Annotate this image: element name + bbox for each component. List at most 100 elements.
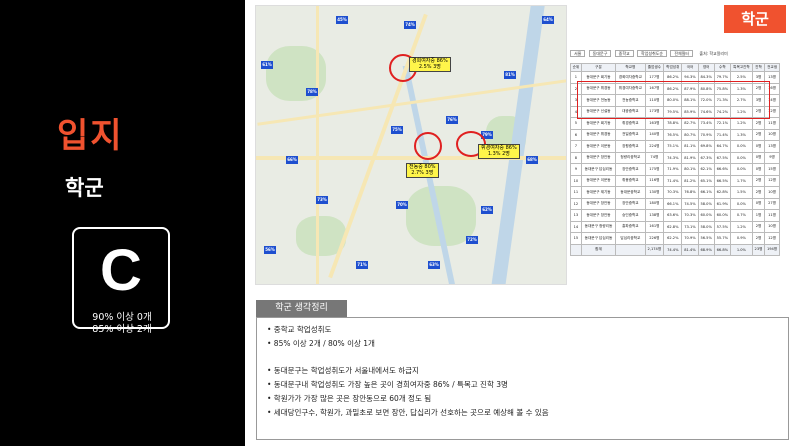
table-header-cell: 영어 [697, 63, 715, 72]
table-cell: 62.8% [663, 220, 683, 233]
school-pin-icon[interactable]: 75% [391, 126, 403, 134]
school-pin-icon[interactable]: 63% [428, 261, 440, 269]
school-pin-icon[interactable]: 78% [306, 88, 318, 96]
table-cell: 동대문구 제기동 [580, 186, 617, 199]
school-pin-icon[interactable]: 62% [481, 206, 493, 214]
table-cell: 동대문구 답십리동 [580, 232, 617, 245]
school-pin-icon[interactable]: 56% [264, 246, 276, 254]
table-cell: 2명 [751, 186, 766, 199]
table-cell: 전일중학교 [615, 128, 646, 141]
table-cell: 2명 [751, 220, 766, 233]
table-cell: 66.1% [663, 197, 683, 210]
table-cell: 0명 [751, 151, 766, 164]
table-cell: 숭인중학교 [615, 209, 646, 222]
table-row: 9 동대문구 답십리동 장안중학교 175명 71.9% 80.1% 62.1% 66.6% 0… [570, 163, 780, 176]
table-cell: 1.5% [729, 186, 753, 199]
table-cell: 장안중학교 [615, 197, 646, 210]
table-cell: 73.4% [697, 117, 715, 130]
table-cell: 동대문구 답십리동 [580, 163, 617, 176]
table-cell: 15명 [764, 163, 780, 176]
grade-letter: C [100, 238, 142, 303]
school-pin-icon[interactable]: 66% [286, 156, 298, 164]
table-cell: 58.0% [697, 197, 715, 210]
table-cell: 동대문구 장안동 [580, 151, 617, 164]
summary-line: • 중학교 학업성취도 [267, 325, 332, 334]
table-cell: 81.4% [681, 243, 699, 256]
table-cell: 6 [570, 128, 582, 141]
table-cell: 74.3% [663, 151, 683, 164]
school-pin-icon[interactable]: 76% [446, 116, 458, 124]
table-header-cell: 졸업생수 [644, 63, 665, 72]
school-pin-icon[interactable]: 72% [466, 236, 478, 244]
table-cell: 76.5% [663, 128, 683, 141]
school-pin-icon[interactable]: 81% [504, 71, 516, 79]
table-row: 10 동대문구 이문동 휘봉중학교 116명 71.4% 81.2% 65.1% 66.5% 1… [570, 174, 780, 187]
school-pin-icon[interactable]: 64% [542, 16, 554, 24]
page-title: 입지 [57, 116, 124, 156]
table-cell: 12명 [764, 174, 780, 187]
table-cell: 226명 [644, 232, 665, 245]
table-cell: 60.0% [713, 209, 731, 222]
sort-option[interactable]: 학업성취도순 [637, 50, 668, 57]
table-cell: 81.1% [681, 140, 699, 153]
table-cell: 동대문구 이문동 [580, 174, 617, 187]
table-cell: 휘봉중학교 [615, 174, 646, 187]
summary-line: • 학원가가 가장 많은 곳은 장안동으로 60개 정도 됨 [267, 394, 432, 403]
table-cell: 62.2% [663, 232, 683, 245]
table-cell: 0.0% [729, 151, 753, 164]
table-cell: 58.0% [697, 220, 715, 233]
table-cell: 116명 [644, 174, 665, 187]
district-select[interactable]: 동대문구 [588, 50, 612, 57]
table-cell: 56.5% [697, 232, 715, 245]
grade-note-line-1: 90% 이상 0개 [92, 312, 152, 323]
table-cell: 61.9% [713, 197, 731, 210]
table-cell: 0명 [751, 163, 766, 176]
table-cell: 8 [570, 151, 582, 164]
table-cell: 71.4% [713, 128, 731, 141]
highlight-circle [414, 132, 442, 160]
table-cell: 2명 [751, 128, 766, 141]
school-map[interactable]: 45% 64% 74% 61% 78% 81% 76% 75% 79% 66% … [255, 5, 567, 285]
table-row: 15 동대문구 답십리동 답십리중학교 226명 62.2% 70.9% 56.5% 55.7… [570, 232, 780, 245]
table-cell: 1명 [751, 209, 766, 222]
school-pin-icon[interactable]: 45% [336, 16, 348, 24]
table-cell: 13명 [764, 140, 780, 153]
grade-note-line-2: 85% 이상 2개 [92, 324, 152, 335]
table-cell: 163명 [644, 117, 665, 130]
level-select[interactable]: 중학교 [614, 50, 634, 57]
school-pin-icon[interactable]: 70% [396, 201, 408, 209]
school-pin-icon[interactable]: 71% [356, 261, 368, 269]
table-cell: 70.9% [681, 232, 699, 245]
school-pin-icon[interactable]: 68% [526, 156, 538, 164]
school-pin-icon[interactable]: 61% [261, 61, 273, 69]
summary-line: • 세대당인구수, 학원가, 과밀초로 보면 장안, 답십리가 선호하는 곳으로… [267, 408, 549, 417]
table-cell: 12명 [764, 232, 780, 245]
table-cell: 70.9% [697, 128, 715, 141]
table-cell: 140명 [644, 128, 665, 141]
table-cell: 0.7% [729, 209, 753, 222]
table-cell: 11명 [764, 209, 780, 222]
school-pin-icon[interactable]: 73% [316, 196, 328, 204]
table-cell: 동대문구 청량리동 [580, 220, 617, 233]
region-select[interactable]: 서울 [570, 50, 586, 57]
table-cell: 23명 [751, 243, 766, 256]
summary-box: • 중학교 학업성취도 • 85% 이상 2개 / 80% 이상 1개 • 동대… [256, 317, 789, 440]
table-cell: 장안중학교 [615, 163, 646, 176]
table-cell: 2,174명 [644, 243, 665, 256]
table-cell: 66.8% [713, 243, 731, 256]
summary-line: • 동대문구내 학업성취도 가장 높은 곳이 경희여자중 86% / 특목고 진… [267, 380, 508, 389]
table-cell: 62.8% [713, 186, 731, 199]
table-cell: 11명 [764, 117, 780, 130]
table-cell: 0.9% [729, 232, 753, 245]
table-cell: 60.0% [697, 209, 715, 222]
table-cell: 2명 [751, 117, 766, 130]
school-pin-icon[interactable]: 74% [404, 21, 416, 29]
table-cell: 13 [570, 209, 582, 222]
table-cell: 76.8% [681, 186, 699, 199]
table-row: 6 동대문구 휘경동 전일중학교 140명 76.5% 80.7% 70.9% 71.4% 1.… [570, 128, 780, 141]
table-cell: 동대문구 휘경동 [580, 128, 617, 141]
table-row: 13 동대문구 장안동 숭인중학교 138명 63.6% 70.3% 60.0% 60.0% 0… [570, 209, 780, 222]
table-cell: 75.1% [663, 140, 683, 153]
filter-option[interactable]: 전체필터 [670, 50, 694, 57]
table-cell: 2명 [751, 232, 766, 245]
